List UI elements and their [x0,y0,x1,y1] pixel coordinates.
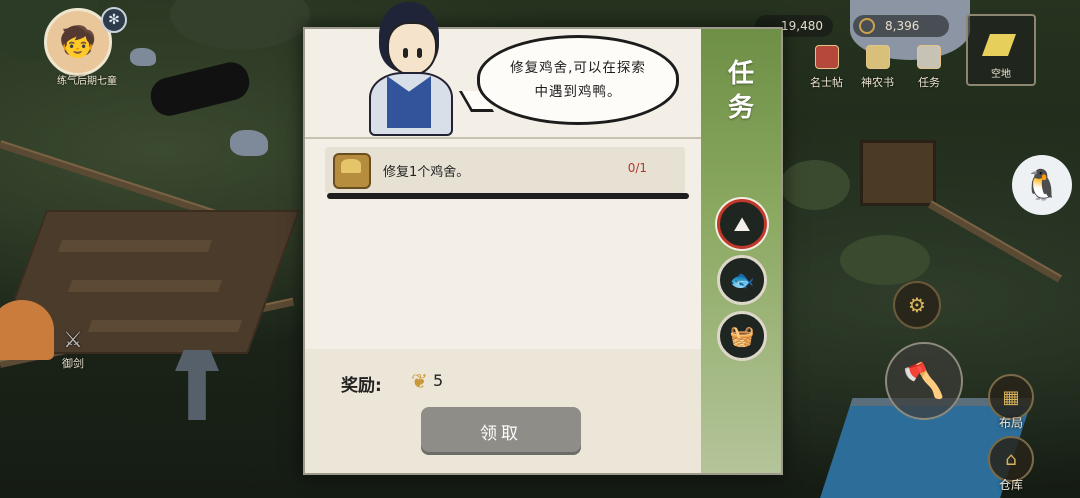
nav-mingshi[interactable]: 名士帖 [810,45,843,90]
settings-gear-icon[interactable]: ✻ [101,7,127,33]
notice-board[interactable] [860,140,936,206]
book-icon [865,45,890,69]
scroll-icon [814,45,839,69]
quest-content: 修复鸡舍,可以在探索中遇到鸡鸭。 修复1个鸡舍。 0/1 奖励: ❦ 5 领取 [305,2,701,473]
basket-icon: 🧺 [729,324,755,348]
coin-currency-value: 8,396 [885,19,920,33]
fish-icon: 🐟 [729,268,755,292]
rock [130,48,156,66]
farm-row [57,240,213,252]
tab-mountain[interactable]: ⛰ [717,199,767,249]
nav-label: 名士帖 [810,76,843,89]
layout-button[interactable]: ▦ 布局 [988,374,1034,431]
npc-portrait [365,2,455,137]
task-scroll-icon [917,45,941,69]
tab-basket[interactable]: 🧺 [717,311,767,361]
stone-lantern [175,350,219,420]
quest-title: 任务 [727,59,754,123]
npc-face [387,22,437,76]
nav-tasks[interactable]: 任务 [917,45,941,90]
dialogue-text: 修复鸡舍,可以在探索中遇到鸡鸭。 [510,60,646,100]
currency-coin: 8,396 [853,15,949,37]
rock [230,130,268,156]
warehouse-label: 仓库 [998,478,1023,492]
npc-eye [403,48,408,58]
npc-eye [417,48,422,58]
silver-currency-value: 19,480 [781,19,823,33]
task-item[interactable]: 修复1个鸡舍。 0/1 [325,147,685,193]
mountain-icon: ⛰ [733,212,751,236]
warehouse-button[interactable]: ⌂ 仓库 [988,436,1034,493]
nav-label: 神农书 [861,76,894,89]
claim-button[interactable]: 领取 [421,407,581,455]
sword-icon: ⚔ [63,328,83,353]
hut-roof [170,0,310,50]
empty-slot-label: 空地 [991,69,1011,80]
reward-label: 奖励: [341,376,382,396]
quest-dialogue-area: 修复鸡舍,可以在探索中遇到鸡鸭。 [305,2,701,139]
coin-icon [859,18,875,34]
sword-label: 御剑 [62,357,84,370]
wheat-icon: ❦ [411,369,428,393]
bell-emblem-icon[interactable]: ⚙ [893,281,941,329]
layout-label: 布局 [998,416,1023,430]
reward-count: 5 [433,371,444,390]
reward-area: 奖励: ❦ 5 领取 [305,349,701,473]
task-label: 修复1个鸡舍。 [383,165,470,180]
player-name: 练气后期七童 [57,76,117,87]
empty-land-slot[interactable]: 空地 [966,14,1036,86]
farm-row [67,280,223,292]
axe-tool-button[interactable]: 🪓 [885,342,963,420]
ink-brush-divider [327,193,689,199]
qq-penguin-icon[interactable]: 🐧 [1012,155,1072,215]
bush [780,160,850,210]
task-progress: 0/1 [627,161,647,175]
land-tile-icon [981,34,1017,56]
farm-row [87,320,243,332]
chicken-coop-icon [333,153,371,189]
speech-bubble: 修复鸡舍,可以在探索中遇到鸡鸭。 [477,35,679,125]
hollow-log [146,58,254,120]
nav-shennong[interactable]: 神农书 [861,45,894,90]
tab-fish[interactable]: 🐟 [717,255,767,305]
flying-sword-button[interactable]: ⚔ 御剑 [58,328,88,371]
nav-label: 任务 [918,76,940,89]
quest-panel: 修复鸡舍,可以在探索中遇到鸡鸭。 修复1个鸡舍。 0/1 奖励: ❦ 5 领取 … [303,2,783,475]
bush [840,235,930,285]
